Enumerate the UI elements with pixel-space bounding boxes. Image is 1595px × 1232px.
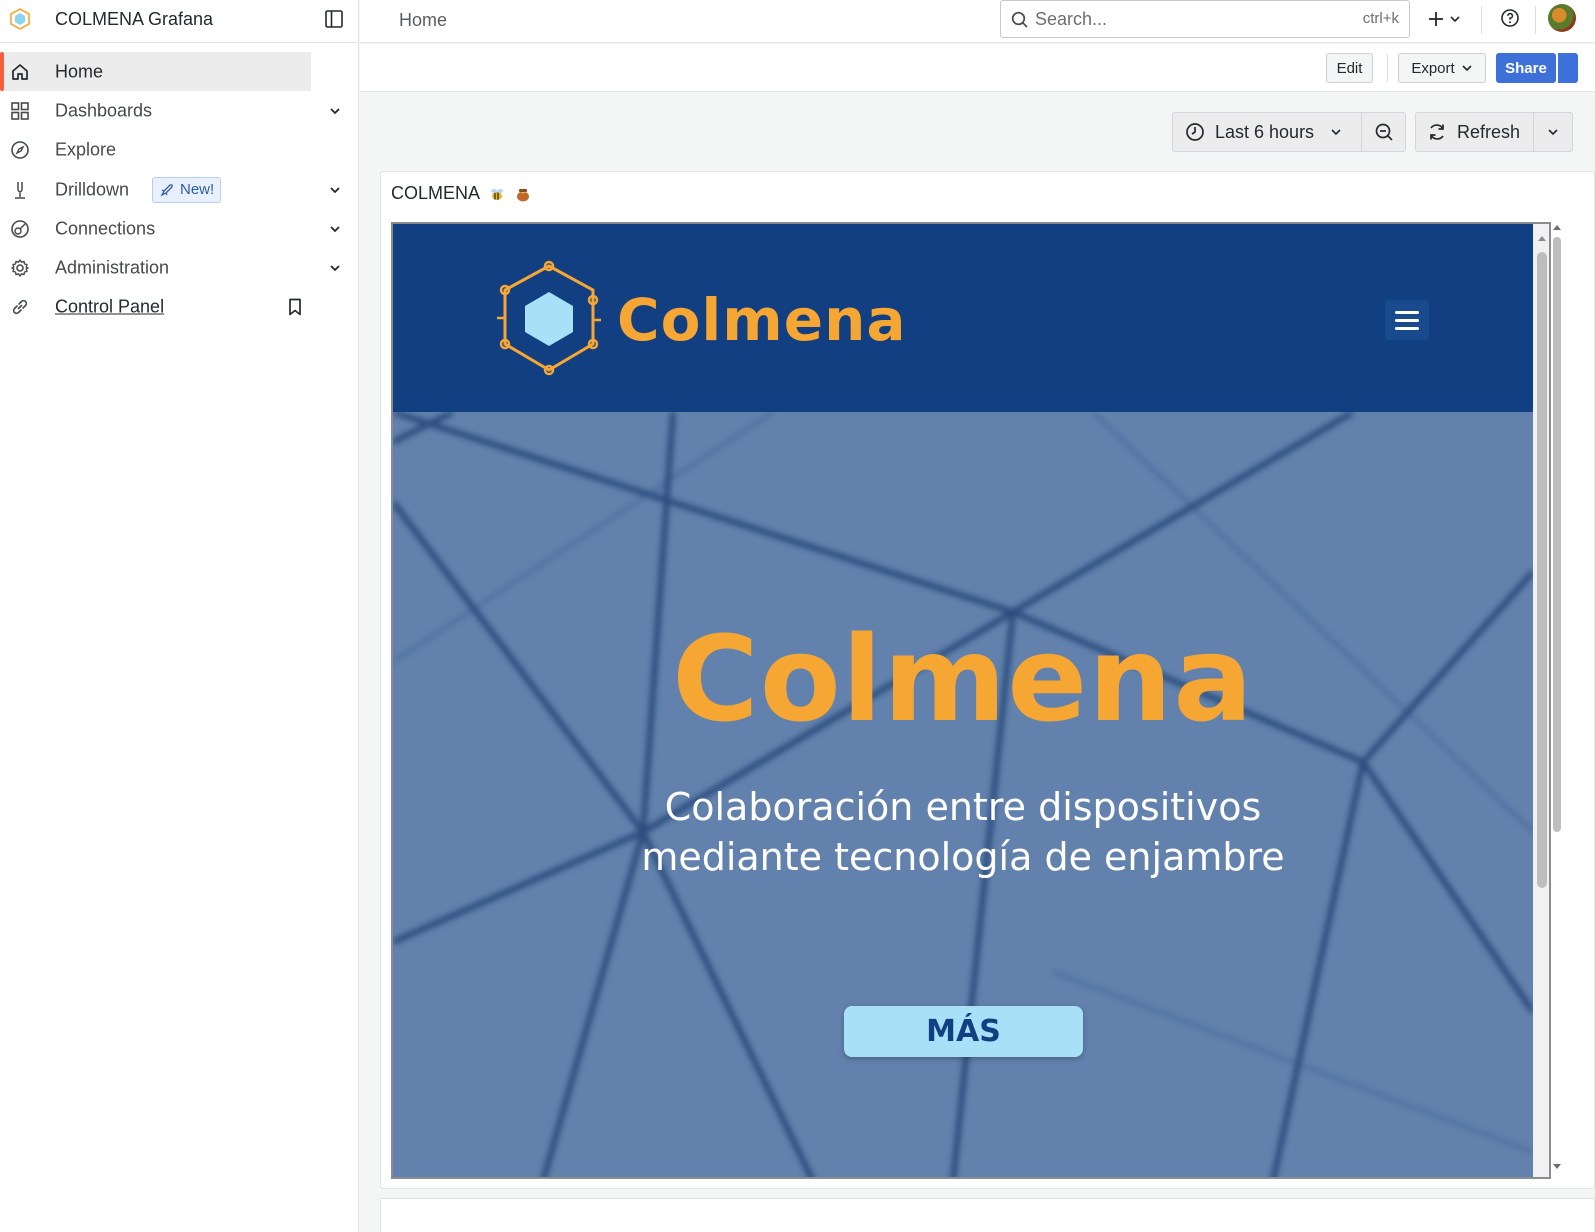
help-icon[interactable]: [1500, 8, 1520, 28]
rocket-icon: [160, 183, 173, 196]
scrollbar-thumb[interactable]: [1537, 252, 1547, 888]
share-button[interactable]: Share: [1496, 53, 1556, 83]
chevron-down-icon[interactable]: [328, 261, 342, 275]
refresh-button[interactable]: Refresh: [1415, 112, 1534, 152]
hero-subtitle-line: Colaboración entre dispositivos: [664, 785, 1262, 829]
export-button[interactable]: Export: [1398, 53, 1486, 83]
sidebar-item-dashboards[interactable]: Dashboards: [0, 91, 359, 130]
site-logo-text[interactable]: Colmena: [617, 286, 907, 354]
dashboard-toolbar: Edit Export Share: [360, 44, 1595, 92]
site-menu-button[interactable]: [1385, 300, 1429, 340]
chevron-down-icon: [1462, 65, 1472, 72]
scroll-down-icon[interactable]: [1550, 1160, 1564, 1172]
sidebar-item-label: Dashboards: [55, 100, 153, 121]
compass-icon: [11, 141, 29, 160]
search-box[interactable]: ctrl+k: [1000, 0, 1410, 38]
chevron-down-icon: [1548, 129, 1558, 136]
hero-subtitle-line: mediante tecnología de enjambre: [641, 835, 1285, 879]
hamburger-line: [1395, 326, 1419, 330]
sidebar-item-label: Administration: [55, 257, 170, 278]
panel-scrollbar[interactable]: [1550, 222, 1564, 1177]
zoom-out-icon: [1375, 123, 1393, 141]
honey-pot-icon: [517, 188, 530, 201]
add-new-button[interactable]: [1427, 8, 1467, 30]
embedded-scrollbar[interactable]: [1533, 224, 1551, 1177]
sidebar-item-label[interactable]: Control Panel: [55, 297, 164, 318]
bee-icon: [491, 188, 504, 200]
app-title: COLMENA Grafana: [55, 9, 214, 29]
sidebar-item-explore[interactable]: Explore: [0, 131, 359, 170]
chevron-down-icon[interactable]: [328, 183, 342, 197]
sidebar-item-label: Drilldown: [55, 179, 130, 200]
refresh-icon: [1430, 124, 1444, 140]
sidebar-item-drilldown[interactable]: Drilldown New!: [0, 170, 359, 209]
refresh-interval-picker[interactable]: [1533, 112, 1573, 152]
sidebar-nav: Home Dashboards Explore Drilldown New! C…: [0, 52, 359, 327]
scroll-up-icon[interactable]: [1533, 232, 1551, 246]
sidebar-item-label: Explore: [55, 139, 117, 160]
drilldown-icon: [15, 181, 25, 199]
dashboard-panel: COLMENA Colmena Colmena Colaboración ent…: [380, 171, 1595, 1189]
next-panel: [380, 1198, 1595, 1232]
top-bar: Home ctrl+k: [360, 0, 1595, 43]
time-range-label: Last 6 hours: [1215, 121, 1315, 142]
new-badge: New!: [152, 176, 222, 203]
search-input[interactable]: [1035, 1, 1335, 37]
sidebar-item-control-panel[interactable]: Control Panel: [0, 288, 359, 327]
dashboards-icon: [11, 102, 29, 120]
more-button[interactable]: MÁS: [844, 1006, 1083, 1057]
search-shortcut: ctrl+k: [1362, 10, 1399, 27]
chevron-down-icon: [1331, 129, 1341, 136]
link-icon: [12, 300, 28, 315]
home-icon: [12, 63, 28, 80]
dock-menu-icon[interactable]: [324, 9, 344, 29]
chevron-down-icon[interactable]: [328, 104, 342, 118]
hamburger-line: [1395, 310, 1419, 314]
clock-icon: [1186, 123, 1204, 141]
search-icon: [1011, 11, 1028, 28]
colmena-logo-icon[interactable]: [493, 260, 605, 378]
grafana-logo-icon[interactable]: [8, 7, 32, 31]
badge-label: New!: [180, 181, 215, 199]
zoom-out-button[interactable]: [1361, 112, 1406, 152]
sidebar-item-home[interactable]: Home: [0, 52, 311, 92]
refresh-label: Refresh: [1457, 121, 1521, 142]
sidebar: COLMENA Grafana Home Dashboards Explore …: [0, 0, 359, 1232]
edit-button[interactable]: Edit: [1326, 53, 1373, 83]
divider: [1387, 54, 1388, 82]
scroll-up-icon[interactable]: [1550, 222, 1564, 234]
embedded-website: Colmena Colmena Colaboración entre dispo…: [391, 222, 1551, 1179]
plus-icon: [1429, 12, 1443, 26]
divider: [1535, 6, 1536, 34]
sidebar-item-label: Connections: [55, 218, 156, 239]
time-range-picker[interactable]: Last 6 hours: [1172, 112, 1362, 152]
bookmark-icon[interactable]: [287, 298, 303, 316]
chevron-down-icon: [1450, 16, 1460, 23]
connections-icon: [11, 220, 29, 238]
sidebar-item-label: Home: [55, 61, 104, 82]
panel-title: COLMENA: [391, 183, 481, 203]
hamburger-line: [1395, 318, 1419, 322]
hero-subtitle: Colaboración entre dispositivos mediante…: [393, 782, 1533, 882]
sidebar-item-connections[interactable]: Connections: [0, 209, 359, 248]
breadcrumb[interactable]: Home: [399, 10, 447, 31]
chevron-down-icon[interactable]: [328, 222, 342, 236]
site-header: Colmena: [393, 224, 1533, 412]
panel-header[interactable]: COLMENA: [391, 183, 532, 204]
scrollbar-thumb[interactable]: [1553, 237, 1561, 832]
sidebar-item-administration[interactable]: Administration: [0, 248, 359, 287]
site-hero: Colmena Colaboración entre dispositivos …: [393, 412, 1533, 1177]
share-options-button[interactable]: [1558, 53, 1578, 83]
hero-title: Colmena: [672, 610, 1254, 748]
avatar[interactable]: [1548, 4, 1576, 32]
gear-icon: [11, 259, 29, 277]
export-label: Export: [1411, 59, 1455, 77]
sidebar-brand: COLMENA Grafana: [0, 0, 359, 43]
divider: [1481, 6, 1482, 34]
